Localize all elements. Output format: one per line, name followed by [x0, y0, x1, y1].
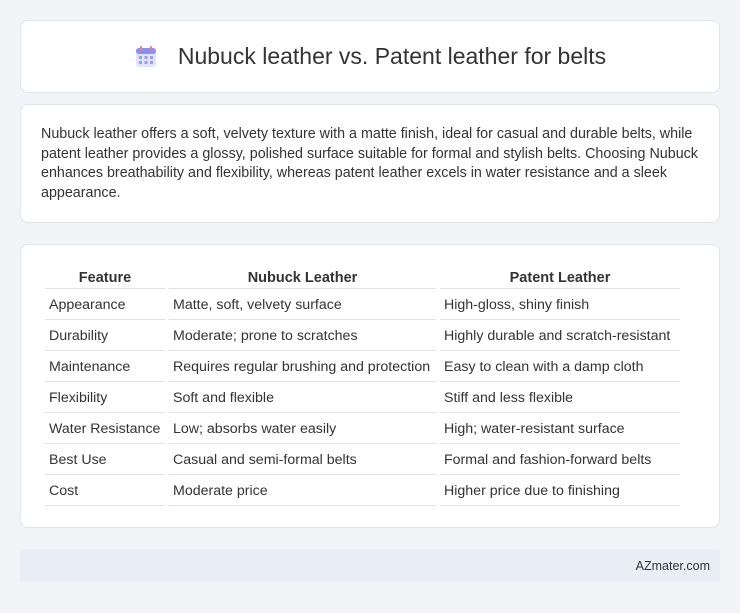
table-cell: Moderate; prone to scratches	[169, 322, 436, 351]
table-cell: Cost	[45, 477, 165, 506]
table-cell: Higher price due to finishing	[440, 477, 680, 506]
comparison-table-card: Feature Nubuck Leather Patent Leather Ap…	[20, 244, 720, 528]
table-row: Cost Moderate price Higher price due to …	[45, 477, 680, 506]
table-cell: Soft and flexible	[169, 384, 436, 413]
table-cell: Matte, soft, velvety surface	[169, 291, 436, 320]
table-cell: Durability	[45, 322, 165, 351]
comparison-table: Feature Nubuck Leather Patent Leather Ap…	[41, 265, 684, 508]
table-cell: Maintenance	[45, 353, 165, 382]
table-cell: High-gloss, shiny finish	[440, 291, 680, 320]
table-cell: Casual and semi-formal belts	[169, 446, 436, 475]
table-cell: Water Resistance	[45, 415, 165, 444]
column-header-feature: Feature	[45, 267, 165, 289]
table-row: Appearance Matte, soft, velvety surface …	[45, 291, 680, 320]
footer-brand: AZmater.com	[635, 558, 710, 573]
table-cell: Stiff and less flexible	[440, 384, 680, 413]
table-cell: Appearance	[45, 291, 165, 320]
table-cell: Flexibility	[45, 384, 165, 413]
table-cell: Best Use	[45, 446, 165, 475]
table-row: Flexibility Soft and flexible Stiff and …	[45, 384, 680, 413]
table-cell: Low; absorbs water easily	[169, 415, 436, 444]
table-cell: Moderate price	[169, 477, 436, 506]
table-cell: Highly durable and scratch-resistant	[440, 322, 680, 351]
table-row: Best Use Casual and semi-formal belts Fo…	[45, 446, 680, 475]
table-cell: Easy to clean with a damp cloth	[440, 353, 680, 382]
summary-text: Nubuck leather offers a soft, velvety te…	[41, 126, 698, 201]
footer-bar: AZmater.com	[20, 549, 720, 582]
calendar-icon	[134, 45, 158, 69]
summary-card: Nubuck leather offers a soft, velvety te…	[20, 104, 720, 223]
column-header-patent: Patent Leather	[440, 267, 680, 289]
table-row: Durability Moderate; prone to scratches …	[45, 322, 680, 351]
page-title: Nubuck leather vs. Patent leather for be…	[177, 43, 607, 69]
column-header-nubuck: Nubuck Leather	[169, 267, 436, 289]
table-cell: High; water-resistant surface	[440, 415, 680, 444]
title-card: Nubuck leather vs. Patent leather for be…	[20, 20, 720, 93]
table-cell: Formal and fashion-forward belts	[440, 446, 680, 475]
table-row: Water Resistance Low; absorbs water easi…	[45, 415, 680, 444]
table-cell: Requires regular brushing and protection	[169, 353, 436, 382]
table-header-row: Feature Nubuck Leather Patent Leather	[45, 267, 680, 289]
table-row: Maintenance Requires regular brushing an…	[45, 353, 680, 382]
